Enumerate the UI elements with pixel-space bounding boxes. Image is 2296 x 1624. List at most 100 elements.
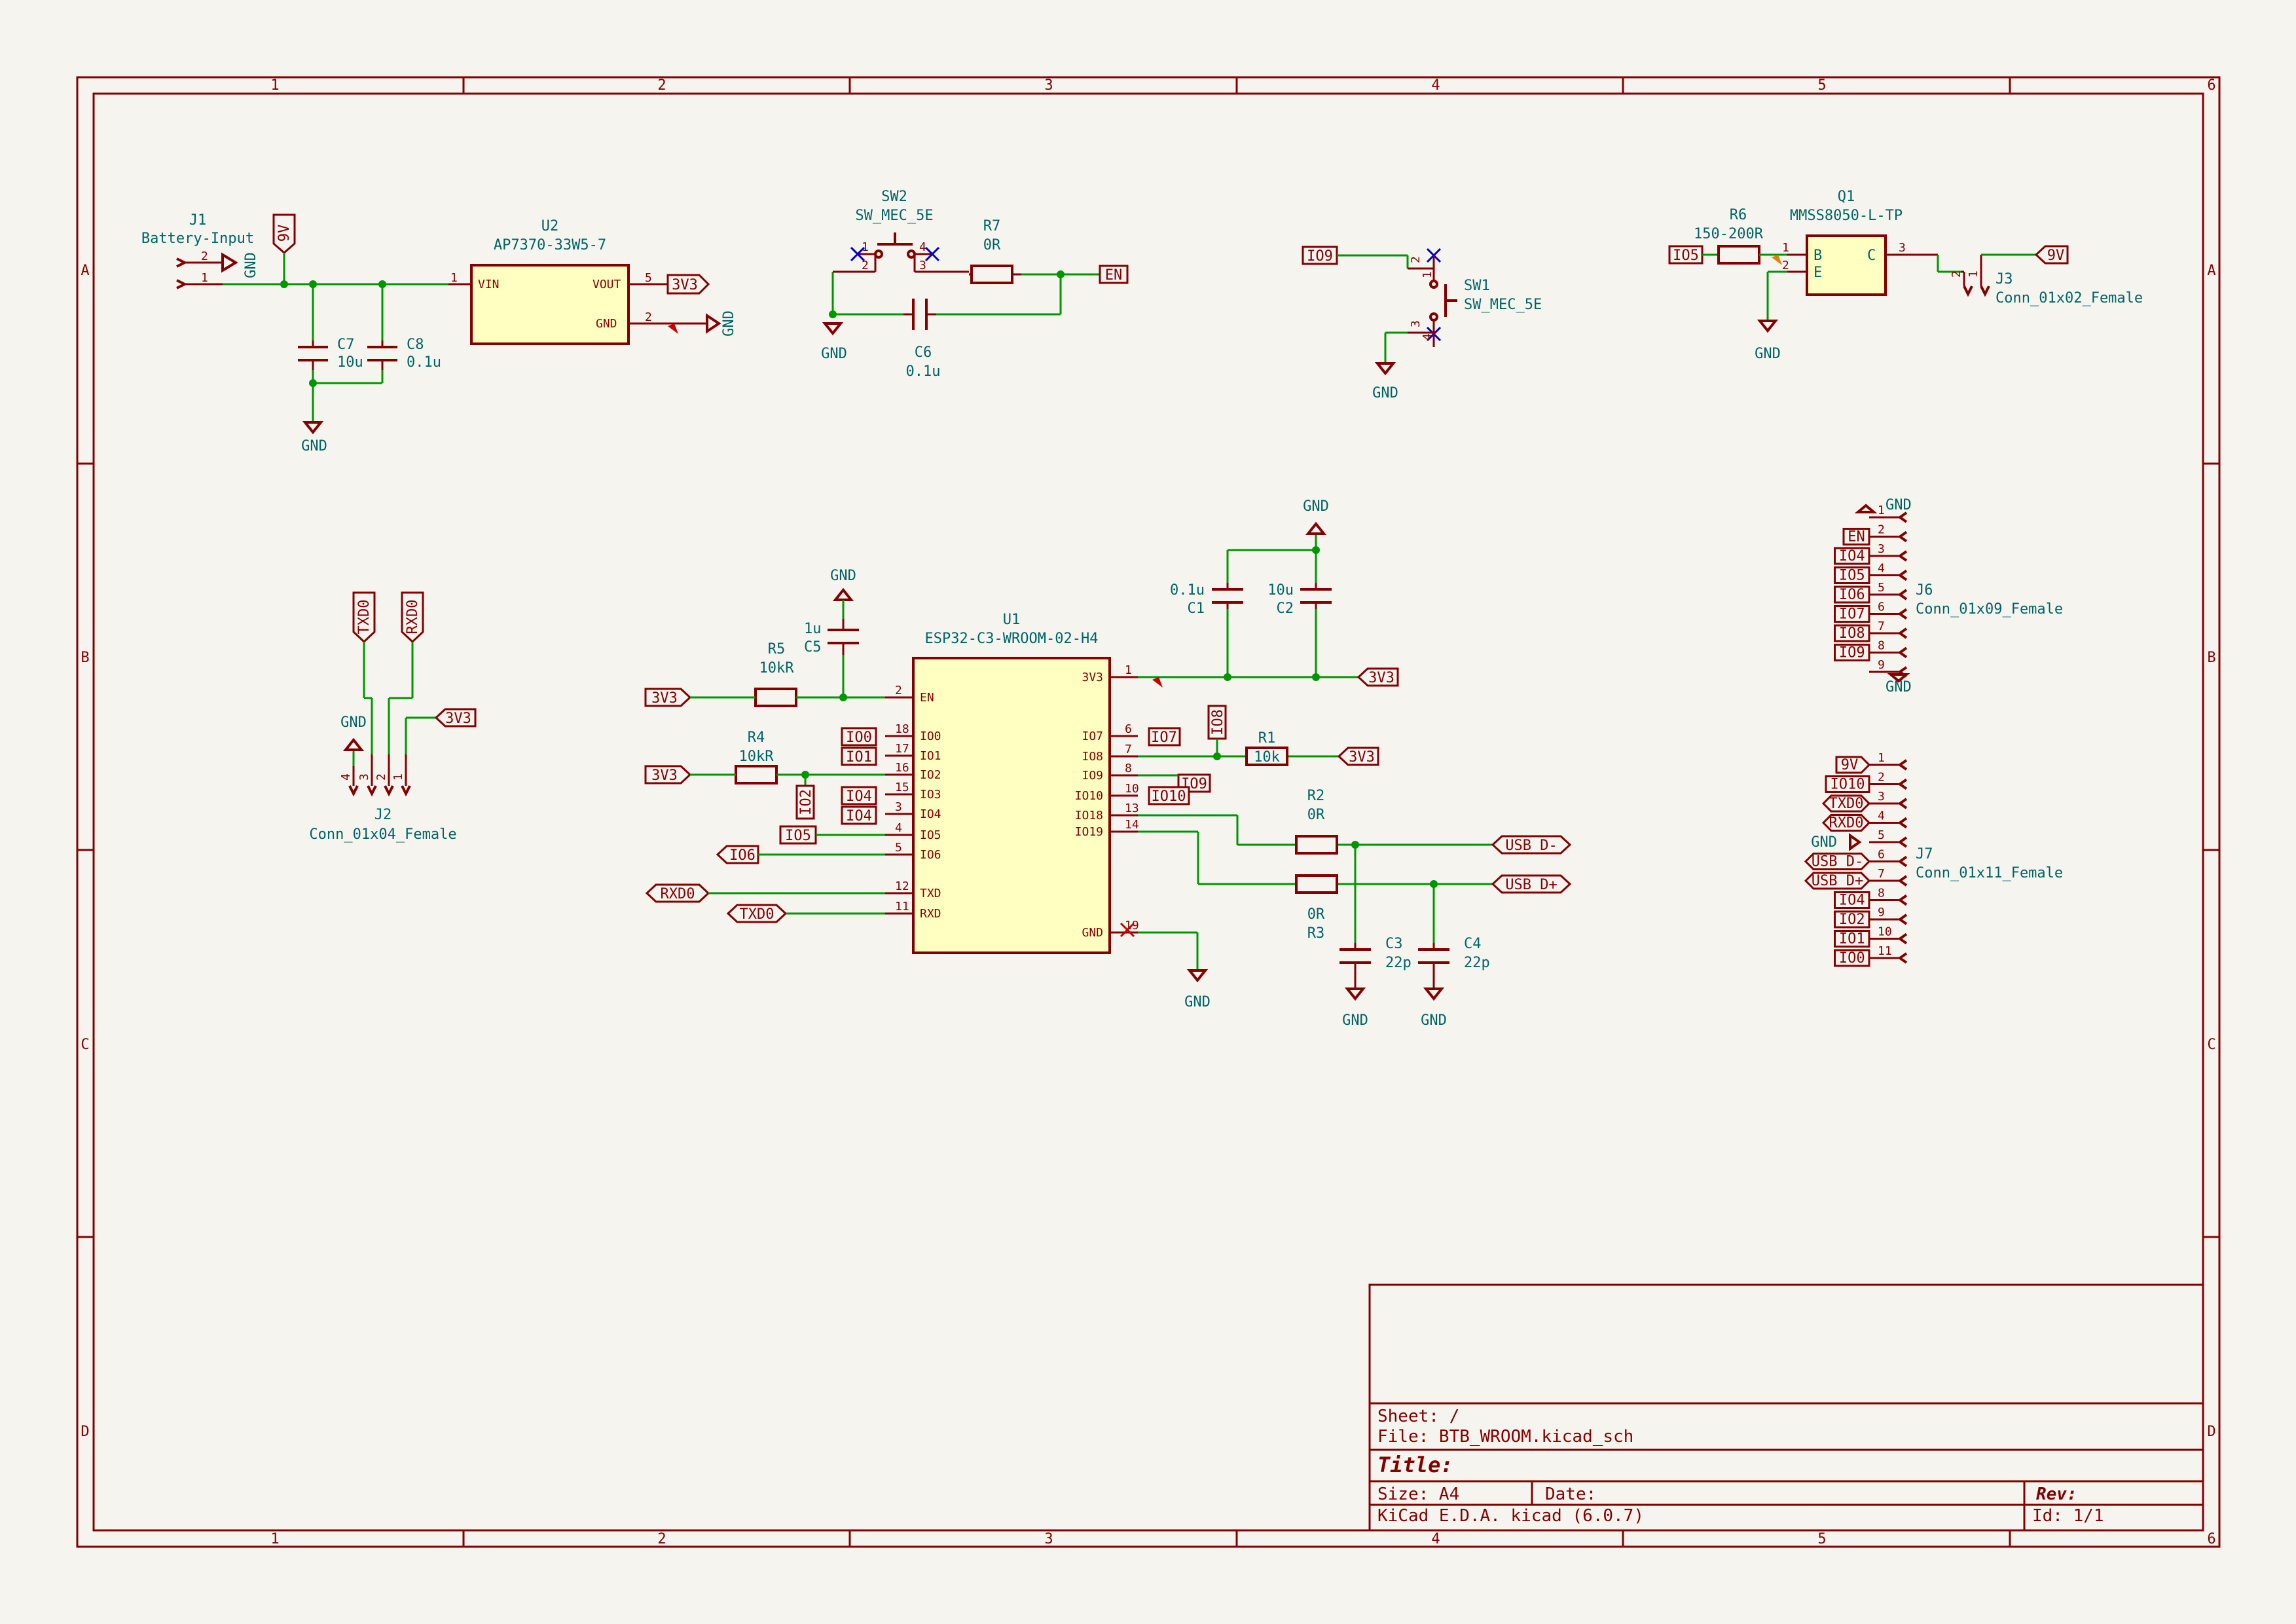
svg-text:USB_D-: USB_D- (1505, 838, 1557, 854)
wires-3v3-right (1138, 534, 1358, 688)
connector-pin-socket (1897, 836, 1908, 848)
net-label-usb-dp: USB_D+ (1491, 874, 1572, 894)
title-block-date: Date: (1545, 1485, 1596, 1504)
svg-text:3V3: 3V3 (672, 277, 698, 293)
switch-sw1[interactable]: 2 1 3 4 SW1 SW_MEC_5E (1408, 255, 1542, 347)
svg-text:4: 4 (339, 773, 353, 781)
net-label-io7: IO7 (1151, 729, 1177, 746)
connector-pin-number: 5 (1878, 828, 1885, 842)
net-label-3v3: 3V3 (1337, 747, 1379, 766)
connector-pin-socket (1897, 759, 1908, 771)
connector-pin-socket (1897, 817, 1908, 829)
connector-net-label: IO0 (1839, 950, 1865, 967)
connector-pin-number: 7 (1878, 867, 1885, 881)
connector-net-label: IO4 (1839, 893, 1865, 909)
connector-j2[interactable]: 4 3 2 1 J2 Conn_01x04_Female (309, 754, 457, 843)
connector-pin-socket (1897, 875, 1908, 887)
net-label-3v3: 3V3 (434, 708, 477, 728)
title-block-size: Size: A4 (1377, 1485, 1459, 1504)
connector-net-label: USB_D+ (1812, 873, 1863, 889)
u1-pin-name: IO4 (920, 807, 941, 821)
module-u1[interactable]: U1 ESP32-C3-WROOM-02-H4 2EN18IO017IO116I… (885, 612, 1139, 954)
capacitor-c3[interactable]: C3 22p (1339, 936, 1412, 989)
net-label-io2: IO2 (795, 784, 815, 820)
connector-pin-number: 10 (1878, 925, 1892, 939)
svg-text:3: 3 (1899, 241, 1906, 255)
net-label-en: EN (1099, 265, 1129, 284)
svg-text:RXD0: RXD0 (405, 600, 421, 635)
u1-pin-name: IO3 (920, 788, 941, 802)
svg-text:VOUT: VOUT (592, 278, 621, 291)
capacitor-c6[interactable]: C6 0.1u (903, 299, 940, 380)
u1-pin-name: IO5 (920, 828, 941, 842)
svg-text:J3: J3 (1995, 271, 2013, 287)
u1-pin-number: 15 (895, 781, 909, 794)
net-label-io5: IO5 (785, 828, 811, 844)
u1-pin-number: 2 (895, 684, 902, 697)
resistor-r7[interactable]: R7 0R (969, 218, 1021, 284)
resistor-r5[interactable]: R5 10kR (754, 641, 797, 707)
u1-pin-name: TXD (920, 887, 941, 900)
capacitor-c4[interactable]: C4 22p (1418, 936, 1490, 989)
net-label-txd0: TXD0 (352, 591, 376, 644)
grid-col: 4 (1431, 77, 1440, 94)
svg-text:2: 2 (201, 249, 208, 263)
grid-col: 6 (2207, 77, 2215, 94)
net-label-txd0: TXD0 (740, 906, 774, 923)
connector-j7[interactable]: 1 9V 2 IO10 3 TXD0 4 RXD0 5 GND 6 USB_D- 7 USB_D+ 8 IO4… (1804, 751, 2063, 967)
title-block-id: Id: 1/1 (2032, 1506, 2104, 1526)
svg-text:R3: R3 (1307, 925, 1325, 942)
svg-text:SW_MEC_5E: SW_MEC_5E (855, 208, 933, 224)
connector-pin-socket (1897, 855, 1908, 868)
grid-col: 2 (657, 1531, 666, 1547)
capacitor-c8[interactable]: C8 0.1u (367, 337, 441, 371)
grid-col: 6 (2207, 1531, 2215, 1547)
capacitor-c2[interactable]: 10u C2 (1267, 582, 1332, 617)
svg-text:0.1u: 0.1u (407, 354, 441, 371)
connector-j1[interactable]: J1 Battery-Input 2 1 (141, 212, 254, 289)
svg-text:1: 1 (1967, 270, 1980, 278)
svg-text:Conn_01x09_Female: Conn_01x09_Female (1916, 601, 2063, 618)
svg-text:2: 2 (1782, 259, 1789, 272)
u1-pin-number: 17 (895, 742, 909, 756)
u1-pin-number: 16 (895, 761, 909, 775)
capacitor-c7[interactable]: C7 10u (298, 337, 363, 371)
u1-pin-name: GND (1082, 926, 1103, 940)
resistor-r2[interactable]: R2 0R (1295, 788, 1338, 855)
connector-pin-number: 6 (1878, 600, 1885, 614)
resistor-r4[interactable]: R4 10kR (735, 729, 778, 784)
grid-row: A (81, 263, 89, 279)
wires-boot (1384, 331, 1408, 363)
grid-col: 1 (270, 77, 279, 94)
capacitor-c1[interactable]: 0.1u C1 (1170, 582, 1243, 617)
no-connect-markers (850, 246, 1442, 342)
resistor-r1[interactable]: R1 10k (1245, 730, 1288, 766)
u1-pin-number: 3 (895, 800, 902, 814)
u1-pin-name: IO18 (1075, 809, 1103, 822)
svg-text:MMSS8050-L-TP: MMSS8050-L-TP (1790, 208, 1903, 224)
connector-pin-number: 4 (1878, 562, 1885, 576)
u1-pin-name: IO8 (1082, 750, 1103, 764)
resistor-r6[interactable]: R6 150-200R (1694, 207, 1787, 265)
title-block-title: Title: (1377, 1452, 1453, 1477)
gnd-symbol: GND (221, 252, 259, 278)
grid-row: C (2207, 1037, 2215, 1053)
svg-text:SW_MEC_5E: SW_MEC_5E (1464, 297, 1542, 313)
resistor-r3[interactable]: 0R R3 (1295, 874, 1338, 942)
svg-text:Q1: Q1 (1838, 189, 1855, 205)
transistor-q1[interactable]: Q1 MMSS8050-L-TP B E C 1 2 3 (1782, 189, 1938, 296)
svg-text:GND: GND (243, 252, 259, 278)
svg-text:GND: GND (721, 310, 737, 337)
svg-text:C5: C5 (804, 639, 822, 655)
svg-text:C7: C7 (337, 337, 355, 353)
capacitor-c5[interactable]: 1u C5 (804, 619, 859, 655)
gnd-symbol: GND (340, 714, 367, 751)
grid-col: 5 (1817, 1531, 1826, 1547)
connector-pin-number: 7 (1878, 619, 1885, 633)
u1-pin-name: IO7 (1082, 729, 1103, 743)
svg-text:GND: GND (596, 317, 617, 331)
connector-pin-number: 4 (1878, 809, 1885, 823)
svg-text:U2: U2 (541, 218, 559, 234)
connector-j6[interactable]: 1 GND2EN3IO44IO55IO66IO77IO88IO99GND J6 C… (1834, 497, 2064, 695)
u1-pin-name: IO10 (1075, 789, 1103, 803)
